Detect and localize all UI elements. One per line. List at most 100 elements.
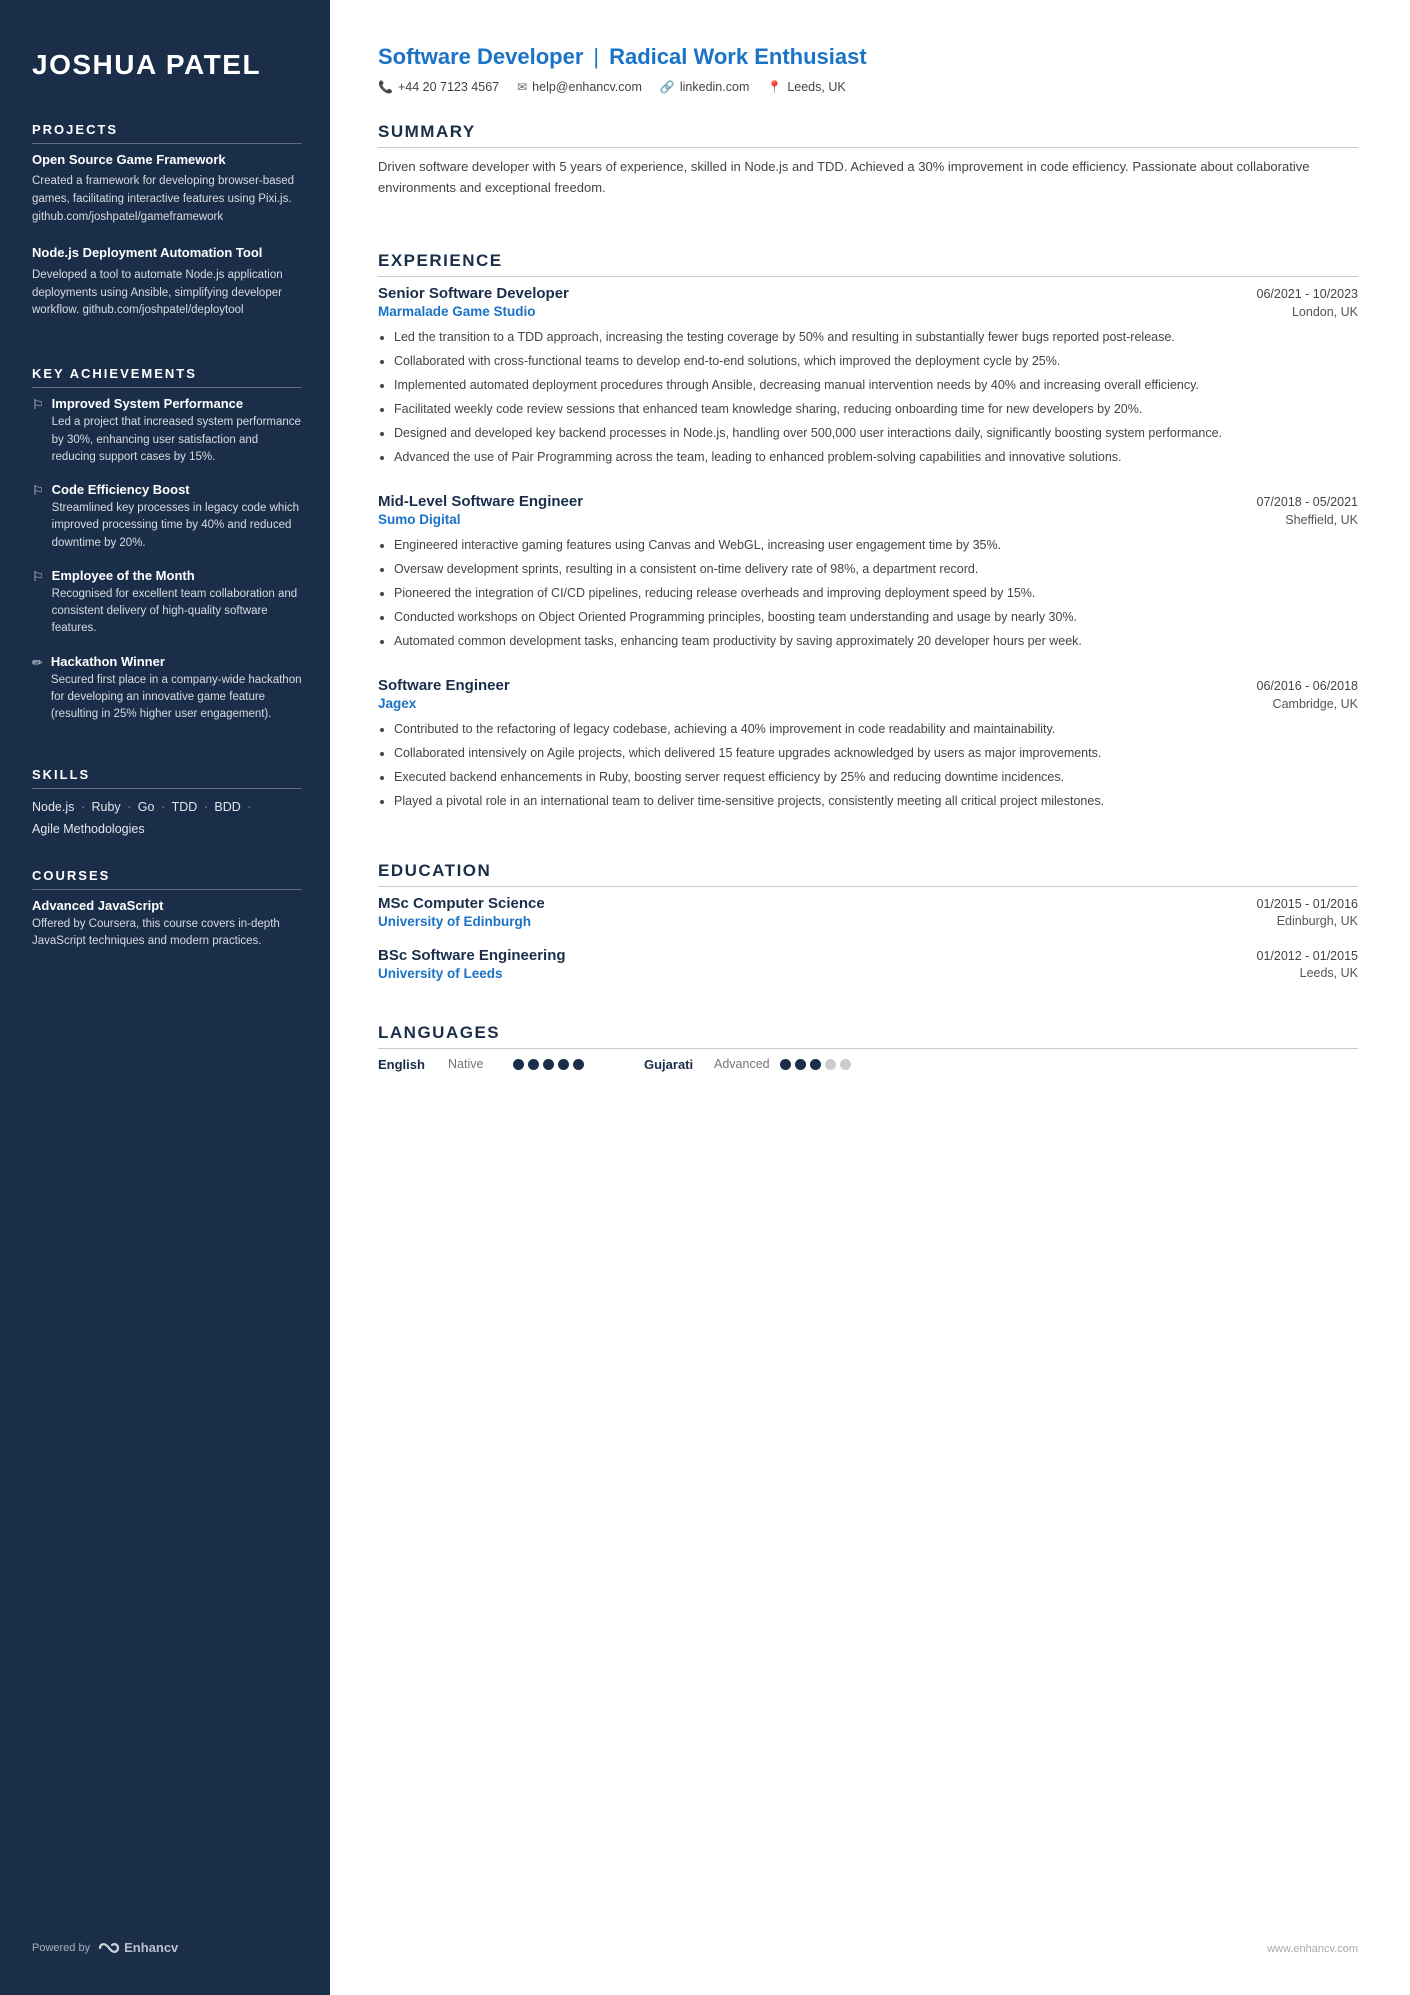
enhancv-icon: [98, 1941, 120, 1955]
exp-location-1: London, UK: [1292, 305, 1358, 319]
achievement-icon-2: ⚐: [32, 483, 44, 552]
edu-location-1: Edinburgh, UK: [1277, 914, 1358, 929]
exp-bullets-3: Contributed to the refactoring of legacy…: [378, 719, 1358, 811]
achievement-desc-3: Recognised for excellent team collaborat…: [52, 586, 302, 638]
resume-container: JOSHUA PATEL PROJECTS Open Source Game F…: [0, 0, 1410, 1995]
powered-by-text: Powered by: [32, 1942, 90, 1954]
exp-role-3: Software Engineer: [378, 677, 510, 694]
project-name-2: Node.js Deployment Automation Tool: [32, 245, 302, 262]
sidebar-skills-section: SKILLS Node.js · Ruby · Go · TDD · BDD ·…: [32, 767, 302, 840]
exp-role-1: Senior Software Developer: [378, 285, 569, 302]
course-name-1: Advanced JavaScript: [32, 898, 302, 913]
edu-entry-2: BSc Software Engineering 01/2012 - 01/20…: [378, 947, 1358, 981]
skills-title: SKILLS: [32, 767, 302, 789]
phone-text: +44 20 7123 4567: [398, 80, 499, 94]
candidate-name: JOSHUA PATEL: [32, 48, 302, 82]
bullet-2-1: Engineered interactive gaming features u…: [394, 535, 1358, 555]
dot-g1: [780, 1059, 791, 1070]
main-footer: www.enhancv.com: [378, 1923, 1358, 1955]
title-row: Software Developer | Radical Work Enthus…: [378, 44, 1358, 70]
bullet-1-6: Advanced the use of Pair Programming acr…: [394, 447, 1358, 467]
education-title: EDUCATION: [378, 861, 1358, 887]
lang-item-english: English Native: [378, 1057, 584, 1072]
linkedin-icon: 🔗: [660, 80, 675, 94]
skill-agile: Agile Methodologies: [32, 822, 145, 836]
bullet-1-5: Designed and developed key backend proce…: [394, 423, 1358, 443]
contact-row: 📞 +44 20 7123 4567 ✉ help@enhancv.com 🔗 …: [378, 80, 1358, 94]
skills-list: Node.js · Ruby · Go · TDD · BDD · Agile …: [32, 797, 302, 840]
sidebar: JOSHUA PATEL PROJECTS Open Source Game F…: [0, 0, 330, 1995]
bullet-2-2: Oversaw development sprints, resulting i…: [394, 559, 1358, 579]
edu-dates-2: 01/2012 - 01/2015: [1257, 949, 1358, 963]
dot-g5: [840, 1059, 851, 1070]
bullet-2-5: Automated common development tasks, enha…: [394, 631, 1358, 651]
summary-title: SUMMARY: [378, 122, 1358, 148]
bullet-3-1: Contributed to the refactoring of legacy…: [394, 719, 1358, 739]
lang-level-gujarati: Advanced: [714, 1057, 770, 1071]
achievement-title-4: Hackathon Winner: [51, 654, 302, 669]
email-text: help@enhancv.com: [532, 80, 642, 94]
enhancv-logo: Enhancv: [98, 1940, 178, 1955]
bullet-3-3: Executed backend enhancements in Ruby, b…: [394, 767, 1358, 787]
footer-url: www.enhancv.com: [1267, 1943, 1358, 1955]
exp-company-3: Jagex: [378, 696, 416, 711]
location-text: Leeds, UK: [787, 80, 845, 94]
enhancv-brand: Enhancv: [124, 1940, 178, 1955]
project-item-1: Open Source Game Framework Created a fra…: [32, 152, 302, 227]
dot-2: [528, 1059, 539, 1070]
achievement-desc-4: Secured first place in a company-wide ha…: [51, 672, 302, 724]
achievement-icon-4: ✏: [32, 655, 43, 724]
projects-title: PROJECTS: [32, 122, 302, 144]
email-icon: ✉: [517, 80, 527, 94]
exp-company-1: Marmalade Game Studio: [378, 304, 536, 319]
achievement-item-4: ✏ Hackathon Winner Secured first place i…: [32, 654, 302, 724]
achievement-item-1: ⚐ Improved System Performance Led a proj…: [32, 396, 302, 466]
job-title: Software Developer: [378, 44, 583, 70]
contact-phone: 📞 +44 20 7123 4567: [378, 80, 499, 94]
skill-go: Go: [138, 800, 155, 814]
job-subtitle: Radical Work Enthusiast: [609, 44, 867, 70]
lang-name-english: English: [378, 1057, 438, 1072]
edu-dates-1: 01/2015 - 01/2016: [1257, 897, 1358, 911]
experience-title: EXPERIENCE: [378, 251, 1358, 277]
languages-title: LANGUAGES: [378, 1023, 1358, 1049]
lang-item-gujarati: Gujarati Advanced: [644, 1057, 851, 1072]
dot-g4: [825, 1059, 836, 1070]
bullet-1-3: Implemented automated deployment procedu…: [394, 375, 1358, 395]
title-separator: |: [593, 44, 599, 70]
experience-section: EXPERIENCE Senior Software Developer 06/…: [378, 251, 1358, 837]
languages-row: English Native Gujarati Advanced: [378, 1057, 1358, 1072]
exp-dates-1: 06/2021 - 10/2023: [1257, 287, 1358, 301]
sidebar-projects-section: PROJECTS Open Source Game Framework Crea…: [32, 122, 302, 339]
courses-title: COURSES: [32, 868, 302, 890]
project-item-2: Node.js Deployment Automation Tool Devel…: [32, 245, 302, 320]
edu-degree-2: BSc Software Engineering: [378, 947, 566, 964]
achievement-title-2: Code Efficiency Boost: [52, 482, 302, 497]
achievement-desc-1: Led a project that increased system perf…: [52, 414, 302, 466]
achievement-item-2: ⚐ Code Efficiency Boost Streamlined key …: [32, 482, 302, 552]
achievement-title-3: Employee of the Month: [52, 568, 302, 583]
achievement-title-1: Improved System Performance: [52, 396, 302, 411]
bullet-1-1: Led the transition to a TDD approach, in…: [394, 327, 1358, 347]
bullet-2-4: Conducted workshops on Object Oriented P…: [394, 607, 1358, 627]
contact-email: ✉ help@enhancv.com: [517, 80, 642, 94]
dot-g3: [810, 1059, 821, 1070]
bullet-3-2: Collaborated intensively on Agile projec…: [394, 743, 1358, 763]
dot-4: [558, 1059, 569, 1070]
location-icon: 📍: [767, 80, 782, 94]
edu-school-1: University of Edinburgh: [378, 914, 531, 929]
project-desc-1: Created a framework for developing brows…: [32, 173, 302, 226]
exp-bullets-1: Led the transition to a TDD approach, in…: [378, 327, 1358, 467]
summary-section: SUMMARY Driven software developer with 5…: [378, 122, 1358, 227]
edu-entry-1: MSc Computer Science 01/2015 - 01/2016 U…: [378, 895, 1358, 929]
lang-name-gujarati: Gujarati: [644, 1057, 704, 1072]
exp-location-3: Cambridge, UK: [1273, 697, 1358, 711]
exp-entry-2: Mid-Level Software Engineer 07/2018 - 05…: [378, 493, 1358, 651]
exp-entry-1: Senior Software Developer 06/2021 - 10/2…: [378, 285, 1358, 467]
linkedin-text: linkedin.com: [680, 80, 749, 94]
achievement-icon-3: ⚐: [32, 569, 44, 638]
course-desc-1: Offered by Coursera, this course covers …: [32, 916, 302, 951]
edu-location-2: Leeds, UK: [1300, 966, 1358, 981]
exp-dates-2: 07/2018 - 05/2021: [1257, 495, 1358, 509]
edu-school-2: University of Leeds: [378, 966, 503, 981]
